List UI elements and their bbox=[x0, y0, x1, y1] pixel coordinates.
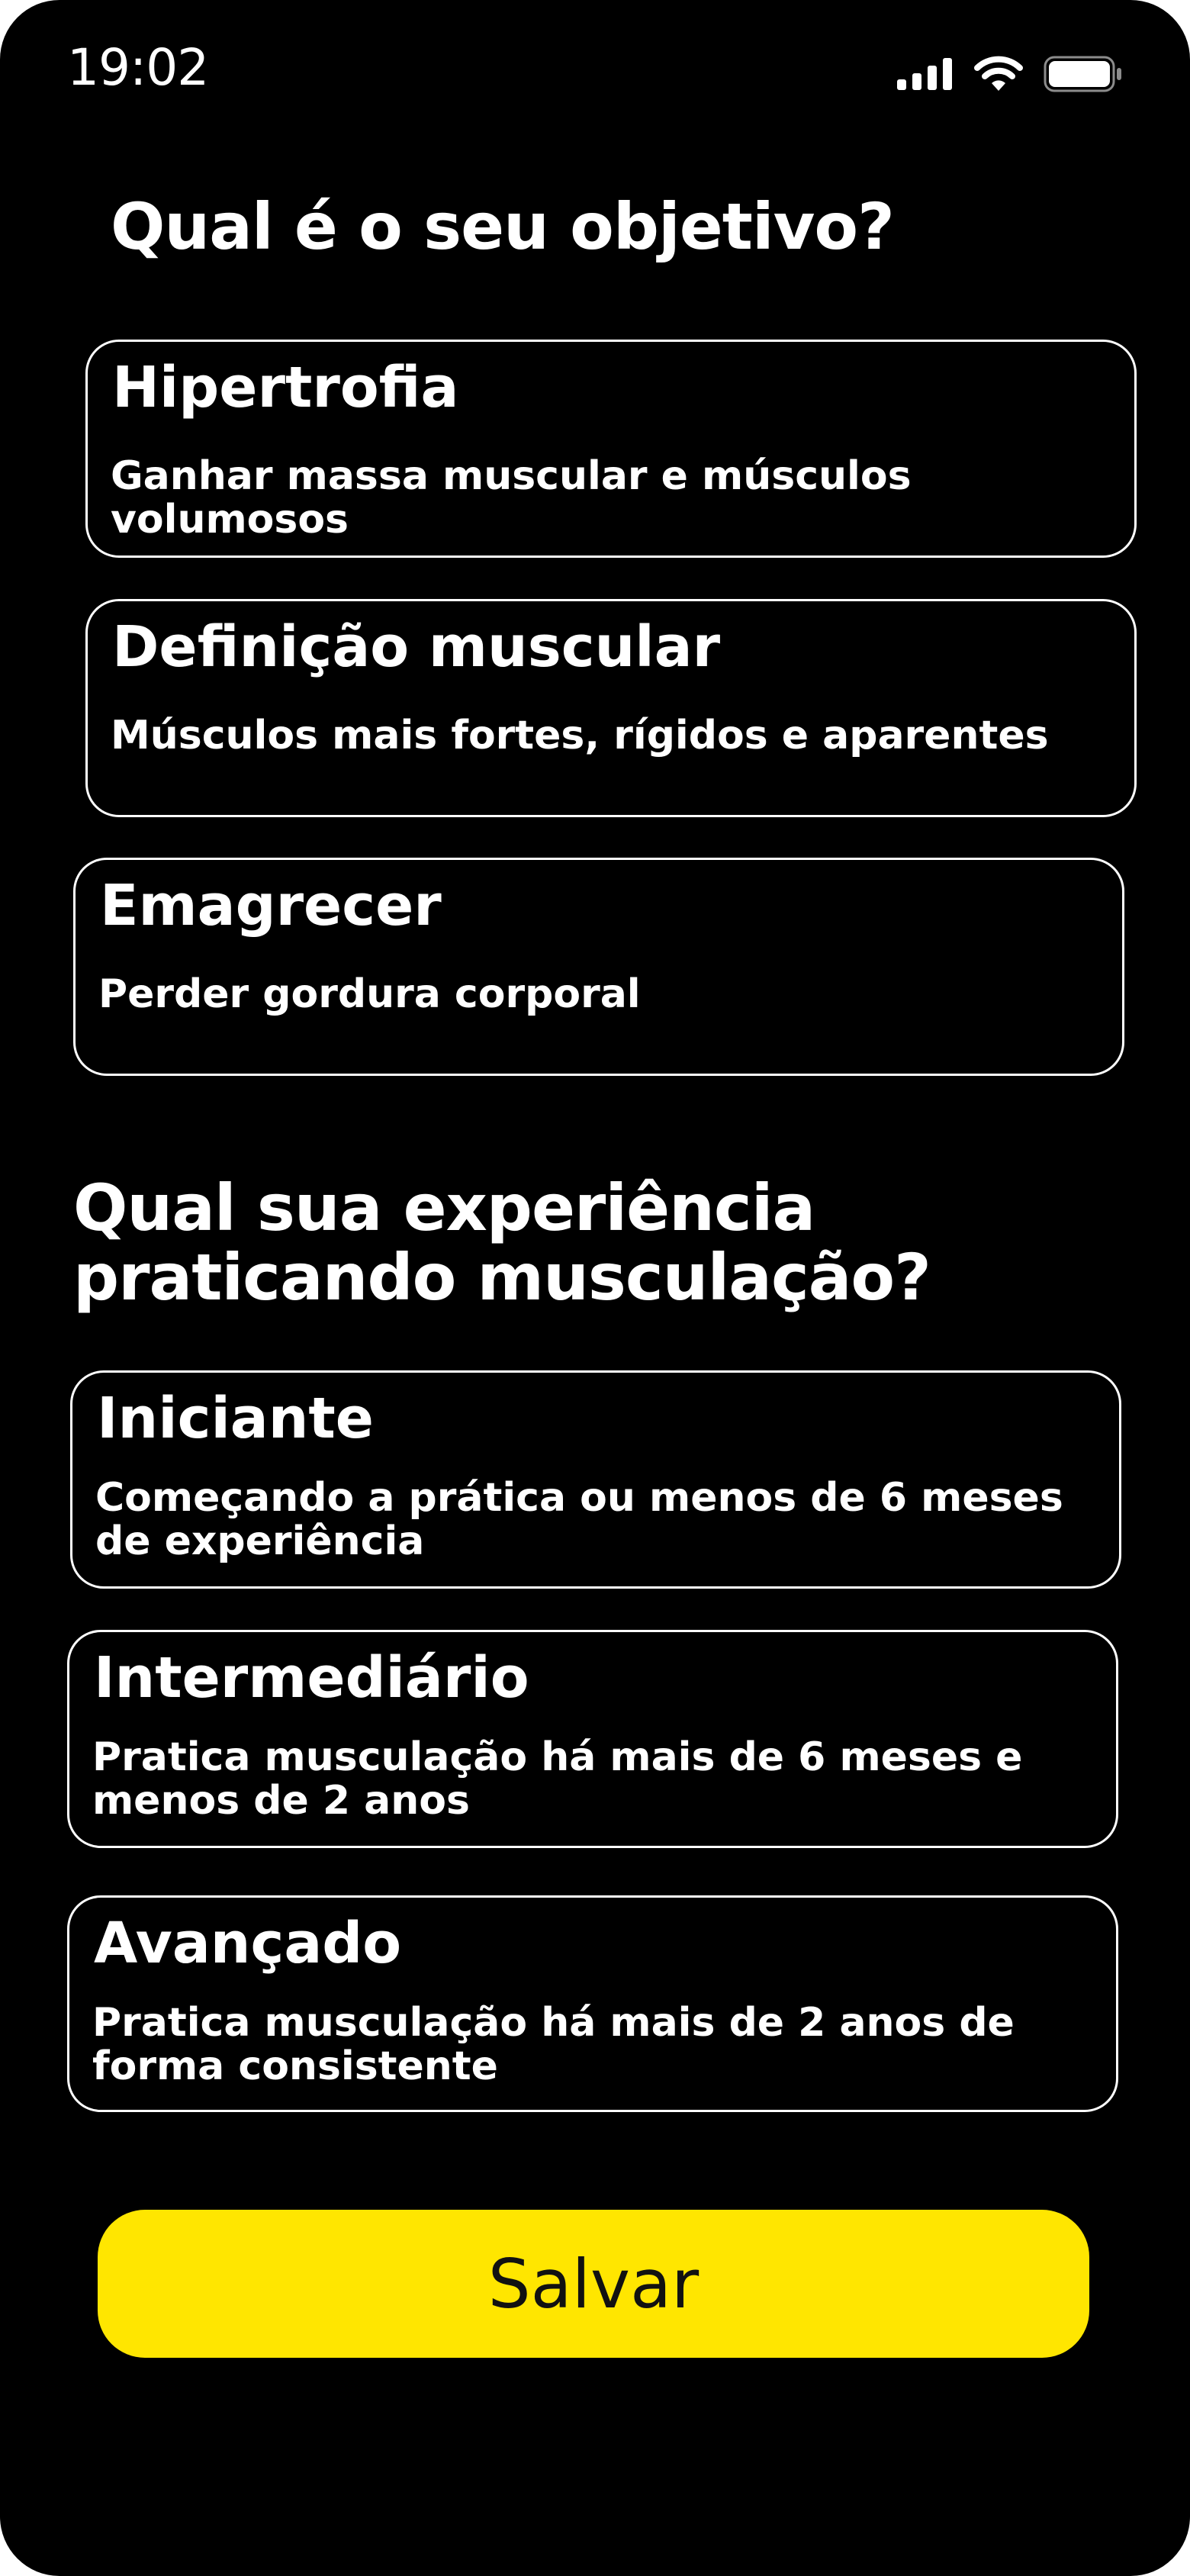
save-button[interactable]: Salvar bbox=[98, 2210, 1089, 2358]
experience-option-intermediario[interactable]: Intermediário Pratica musculação há mais… bbox=[67, 1630, 1118, 1848]
experience-section-title: Qual sua experiência praticando musculaç… bbox=[73, 1170, 931, 1315]
battery-icon bbox=[1044, 56, 1121, 92]
goal-section-title: Qual é o seu objetivo? bbox=[111, 189, 895, 264]
option-title: Definição muscular bbox=[112, 614, 721, 680]
app-screen: 19:02 Qual é o seu objetivo? Hipertrofia… bbox=[0, 0, 1190, 2576]
experience-option-iniciante[interactable]: Iniciante Começando a prática ou menos d… bbox=[70, 1370, 1121, 1589]
experience-option-avancado[interactable]: Avançado Pratica musculação há mais de 2… bbox=[67, 1895, 1118, 2112]
wifi-icon bbox=[974, 56, 1023, 91]
option-title: Avançado bbox=[94, 1911, 402, 1976]
cellular-signal-icon bbox=[897, 58, 952, 90]
option-title: Intermediário bbox=[94, 1645, 529, 1711]
option-title: Hipertrofia bbox=[112, 355, 459, 420]
option-description: Pratica musculação há mais de 2 anos de … bbox=[92, 2000, 1015, 2090]
goal-option-definicao-muscular[interactable]: Definição muscular Músculos mais fortes,… bbox=[85, 599, 1137, 817]
option-description: Começando a prática ou menos de 6 meses … bbox=[95, 1475, 1063, 1565]
option-description: Ganhar massa muscular e músculos volumos… bbox=[111, 453, 912, 543]
goal-option-hipertrofia[interactable]: Hipertrofia Ganhar massa muscular e músc… bbox=[85, 340, 1137, 558]
option-description: Músculos mais fortes, rígidos e aparente… bbox=[111, 713, 1049, 758]
goal-option-emagrecer[interactable]: Emagrecer Perder gordura corporal bbox=[73, 858, 1124, 1076]
status-time: 19:02 bbox=[67, 38, 209, 97]
option-description: Pratica musculação há mais de 6 meses e … bbox=[92, 1734, 1023, 1824]
status-icons bbox=[897, 55, 1123, 93]
option-title: Emagrecer bbox=[100, 873, 442, 939]
option-title: Iniciante bbox=[97, 1386, 374, 1451]
option-description: Perder gordura corporal bbox=[98, 971, 641, 1017]
